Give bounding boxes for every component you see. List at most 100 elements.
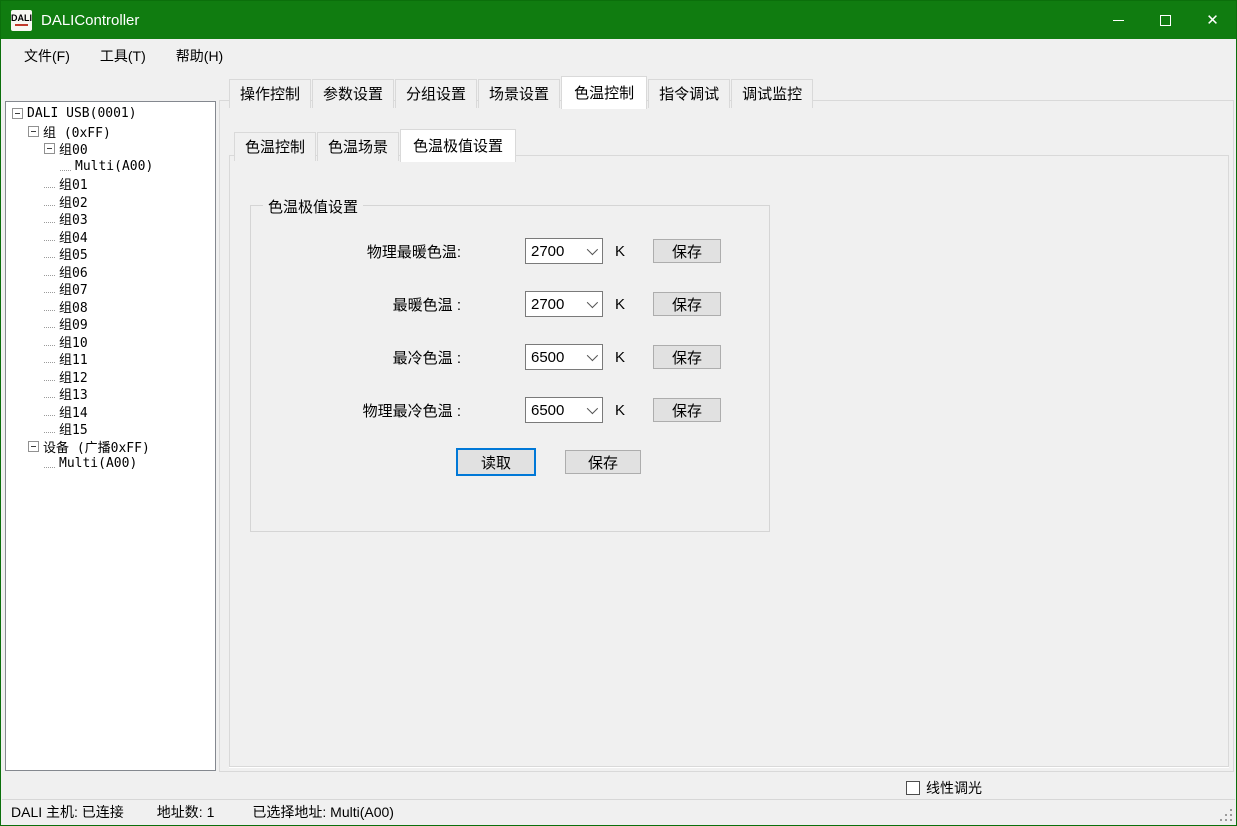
tree-node[interactable]: 组07 <box>6 280 215 298</box>
cct-field-row: 最暖色温 : 2700 K 保存 <box>251 291 769 317</box>
app-window: DALI DALIController ✕ 文件(F) 工具(T) 帮助(H) … <box>0 0 1237 826</box>
tree-branch-line <box>44 354 55 363</box>
tree-branch-line <box>44 302 55 311</box>
tree-node-label: Multi(A00) <box>59 456 137 471</box>
tree-node-label: 组08 <box>59 297 88 316</box>
tree-node[interactable]: 组06 <box>6 263 215 281</box>
tree-node[interactable]: 设备 (广播0xFF) <box>6 438 215 456</box>
cct-field-row: 最冷色温 : 6500 K 保存 <box>251 344 769 370</box>
maximize-icon <box>1160 15 1171 26</box>
close-button[interactable]: ✕ <box>1189 1 1236 39</box>
menu-item[interactable]: 文件(F) <box>9 39 85 73</box>
resize-grip[interactable] <box>1220 809 1232 821</box>
tree-node[interactable]: Multi(A00) <box>6 158 215 176</box>
tree-node[interactable]: 组14 <box>6 403 215 421</box>
main-tab[interactable]: 场景设置 <box>478 79 560 108</box>
window-title: DALIController <box>41 12 139 29</box>
read-button[interactable]: 读取 <box>458 450 534 474</box>
linear-dimming-label: 线性调光 <box>926 778 982 798</box>
tree-node-label: 组12 <box>59 367 88 386</box>
menu-item[interactable]: 工具(T) <box>85 39 161 73</box>
cct-subtab-page: 色温极值设置 物理最暖色温: 2700 K 保存 最暖色温 : 270 <box>229 155 1229 767</box>
tree-node[interactable]: 组03 <box>6 210 215 228</box>
main-tab[interactable]: 调试监控 <box>731 79 813 108</box>
app-icon-letters: DALI <box>11 14 32 23</box>
save-all-button[interactable]: 保存 <box>565 450 641 474</box>
combobox-value: 6500 <box>531 402 587 419</box>
tree-branch-line <box>44 232 55 241</box>
tree-node[interactable]: 组09 <box>6 315 215 333</box>
tree-node[interactable]: Multi(A00) <box>6 455 215 473</box>
linear-dimming-option[interactable]: 线性调光 <box>906 778 982 798</box>
tree-node[interactable]: 组15 <box>6 420 215 438</box>
main-tab[interactable]: 参数设置 <box>312 79 394 108</box>
tree-collapse-icon[interactable] <box>28 126 39 137</box>
cct-subtab[interactable]: 色温场景 <box>317 132 399 161</box>
menu-item-label: 帮助(H) <box>176 46 223 66</box>
tree-node-label: 组03 <box>59 209 88 228</box>
cct-value-combobox[interactable]: 6500 <box>525 344 603 370</box>
tree-node-label: 组 (0xFF) <box>43 122 111 141</box>
tree-node-label: 组06 <box>59 262 88 281</box>
device-tree: DALI USB(0001) 组 (0xFF) 组00 Multi(A00) 组… <box>5 101 216 771</box>
chevron-down-icon <box>587 403 598 414</box>
cct-subtab[interactable]: 色温极值设置 <box>400 129 516 162</box>
tree-node-label: 组07 <box>59 279 88 298</box>
tree-node-label: 组14 <box>59 402 88 421</box>
tree-branch-line <box>44 407 55 416</box>
app-icon: DALI <box>11 10 32 31</box>
tree-collapse-icon[interactable] <box>44 143 55 154</box>
main-tab[interactable]: 指令调试 <box>648 79 730 108</box>
minimize-button[interactable] <box>1095 1 1142 39</box>
menu-item-label: 工具(T) <box>100 46 146 66</box>
chevron-down-icon <box>587 297 598 308</box>
action-button-row: 读取 保存 <box>458 450 769 474</box>
cct-subtab-label: 色温控制 <box>245 139 305 156</box>
cct-value-combobox[interactable]: 2700 <box>525 291 603 317</box>
row-save-button[interactable]: 保存 <box>653 292 721 316</box>
cct-subtab-label: 色温场景 <box>328 139 388 156</box>
maximize-button[interactable] <box>1142 1 1189 39</box>
titlebar[interactable]: DALI DALIController ✕ <box>1 1 1236 39</box>
tree-node[interactable]: 组13 <box>6 385 215 403</box>
row-save-button[interactable]: 保存 <box>653 345 721 369</box>
row-save-button[interactable]: 保存 <box>653 398 721 422</box>
chevron-down-icon <box>587 350 598 361</box>
tree-node[interactable]: 组00 <box>6 140 215 158</box>
main-tab-strip: 操作控制 参数设置 分组设置 场景设置 色温控制 指令调试 调试监控 <box>229 76 814 108</box>
status-address-count: 地址数: 1 <box>157 802 215 822</box>
row-save-button[interactable]: 保存 <box>653 239 721 263</box>
tree-collapse-icon[interactable] <box>28 441 39 452</box>
cct-field-label: 物理最冷色温 : <box>251 400 461 421</box>
main-tab[interactable]: 色温控制 <box>561 76 647 109</box>
combobox-value: 2700 <box>531 243 587 260</box>
tree-node[interactable]: 组10 <box>6 333 215 351</box>
cct-limit-fields: 物理最暖色温: 2700 K 保存 最暖色温 : 2700 K <box>251 206 769 423</box>
cct-subtab-label: 色温极值设置 <box>413 138 503 155</box>
tree-node[interactable]: 组08 <box>6 298 215 316</box>
tree-node[interactable]: 组11 <box>6 350 215 368</box>
menu-item[interactable]: 帮助(H) <box>161 39 238 73</box>
tree-node[interactable]: 组12 <box>6 368 215 386</box>
tree-node[interactable]: 组02 <box>6 193 215 211</box>
linear-dimming-checkbox[interactable] <box>906 781 920 795</box>
tree-branch-line <box>44 284 55 293</box>
tree-node-label: Multi(A00) <box>75 159 153 174</box>
main-tab[interactable]: 操作控制 <box>229 79 311 108</box>
cct-value-combobox[interactable]: 2700 <box>525 238 603 264</box>
cct-value-combobox[interactable]: 6500 <box>525 397 603 423</box>
tree-branch-line <box>44 197 55 206</box>
main-tab[interactable]: 分组设置 <box>395 79 477 108</box>
tree-node[interactable]: 组01 <box>6 175 215 193</box>
chevron-down-icon <box>587 244 598 255</box>
tree-node[interactable]: DALI USB(0001) <box>6 105 215 123</box>
tree-branch-line <box>44 389 55 398</box>
tree-node[interactable]: 组04 <box>6 228 215 246</box>
minimize-icon <box>1113 20 1124 21</box>
main-tab-label: 参数设置 <box>323 86 383 103</box>
tree-collapse-icon[interactable] <box>12 108 23 119</box>
tree-node[interactable]: 组05 <box>6 245 215 263</box>
menubar: 文件(F) 工具(T) 帮助(H) <box>1 39 1236 73</box>
tree-node[interactable]: 组 (0xFF) <box>6 123 215 141</box>
cct-subtab[interactable]: 色温控制 <box>234 132 316 161</box>
